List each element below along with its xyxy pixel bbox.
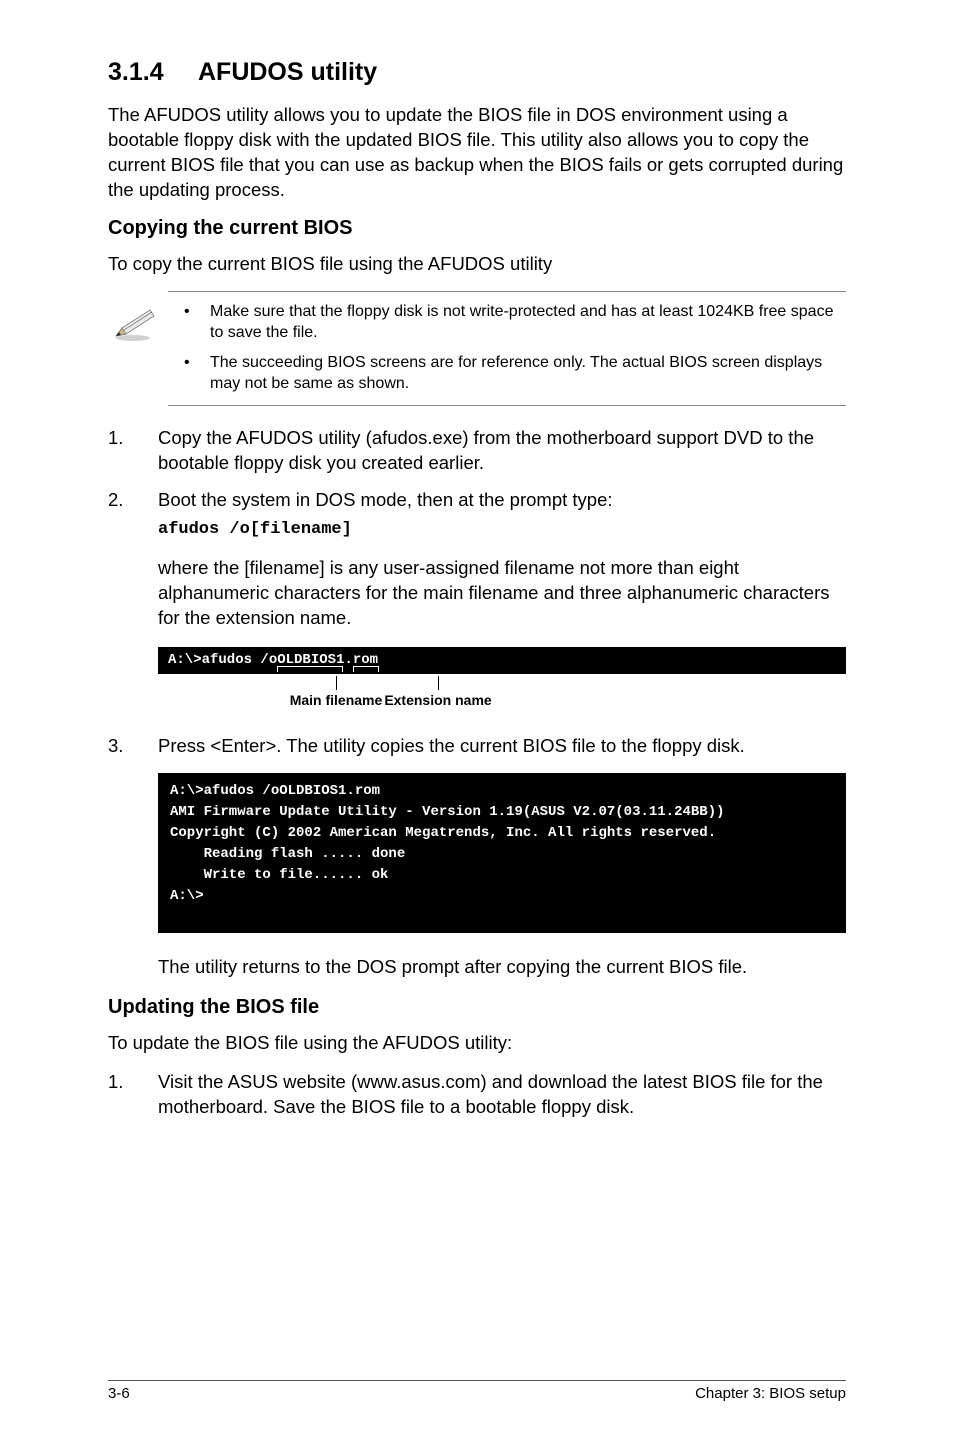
step-text: Boot the system in DOS mode, then at the…: [158, 489, 613, 510]
copy-heading: Copying the current BIOS: [108, 217, 846, 240]
update-heading: Updating the BIOS file: [108, 996, 846, 1019]
step-item: 1. Copy the AFUDOS utility (afudos.exe) …: [108, 426, 846, 476]
note-item: Make sure that the floppy disk is not wr…: [182, 302, 846, 344]
step-text: Copy the AFUDOS utility (afudos.exe) fro…: [158, 427, 814, 473]
step-item: 2. Boot the system in DOS mode, then at …: [108, 488, 846, 542]
step-item: 3. Press <Enter>. The utility copies the…: [108, 734, 846, 759]
page-number: 3-6: [108, 1385, 130, 1402]
step-text: Visit the ASUS website (www.asus.com) an…: [158, 1071, 823, 1117]
connector-line: [438, 676, 439, 690]
note-block: Make sure that the floppy disk is not wr…: [168, 291, 846, 406]
copy-steps-cont: 3. Press <Enter>. The utility copies the…: [108, 734, 846, 759]
terminal-big: A:\>afudos /oOLDBIOS1.rom AMI Firmware U…: [158, 773, 846, 933]
copy-lead: To copy the current BIOS file using the …: [108, 252, 846, 277]
update-steps: 1. Visit the ASUS website (www.asus.com)…: [108, 1070, 846, 1120]
step-number: 1.: [108, 426, 123, 451]
extension-name-label: Extension name: [384, 692, 491, 708]
step-item: 1. Visit the ASUS website (www.asus.com)…: [108, 1070, 846, 1120]
note-list: Make sure that the floppy disk is not wr…: [182, 302, 846, 395]
copy-steps: 1. Copy the AFUDOS utility (afudos.exe) …: [108, 426, 846, 542]
step-text: Press <Enter>. The utility copies the cu…: [158, 735, 745, 756]
intro-paragraph: The AFUDOS utility allows you to update …: [108, 103, 846, 203]
note-item: The succeeding BIOS screens are for refe…: [182, 353, 846, 395]
extension-name-label-col: Extension name: [368, 676, 508, 708]
terminal-small: A:\>afudos /oOLDBIOS1.rom: [158, 647, 846, 675]
section-heading: 3.1.4AFUDOS utility: [108, 58, 846, 87]
filename-annotation: Main filename Extension name: [158, 676, 846, 722]
term-main-filename: OLDBIOS1: [277, 652, 344, 668]
step-number: 2.: [108, 488, 123, 513]
update-lead: To update the BIOS file using the AFUDOS…: [108, 1031, 846, 1056]
code-line: afudos /o[filename]: [158, 519, 846, 542]
after-terminal-text: The utility returns to the DOS prompt af…: [158, 955, 846, 980]
step2-explain: where the [filename] is any user-assigne…: [158, 556, 846, 631]
term-dot: .: [344, 652, 352, 668]
page-footer: 3-6 Chapter 3: BIOS setup: [108, 1380, 846, 1402]
connector-line: [336, 676, 337, 690]
chapter-title: Chapter 3: BIOS setup: [695, 1385, 846, 1402]
section-number: 3.1.4: [108, 58, 198, 87]
step-number: 1.: [108, 1070, 123, 1095]
pencil-icon: [108, 302, 158, 342]
section-title: AFUDOS utility: [198, 58, 377, 86]
step-number: 3.: [108, 734, 123, 759]
term-ext-name: rom: [353, 652, 378, 668]
term-prefix: A:\>afudos /o: [168, 652, 277, 668]
